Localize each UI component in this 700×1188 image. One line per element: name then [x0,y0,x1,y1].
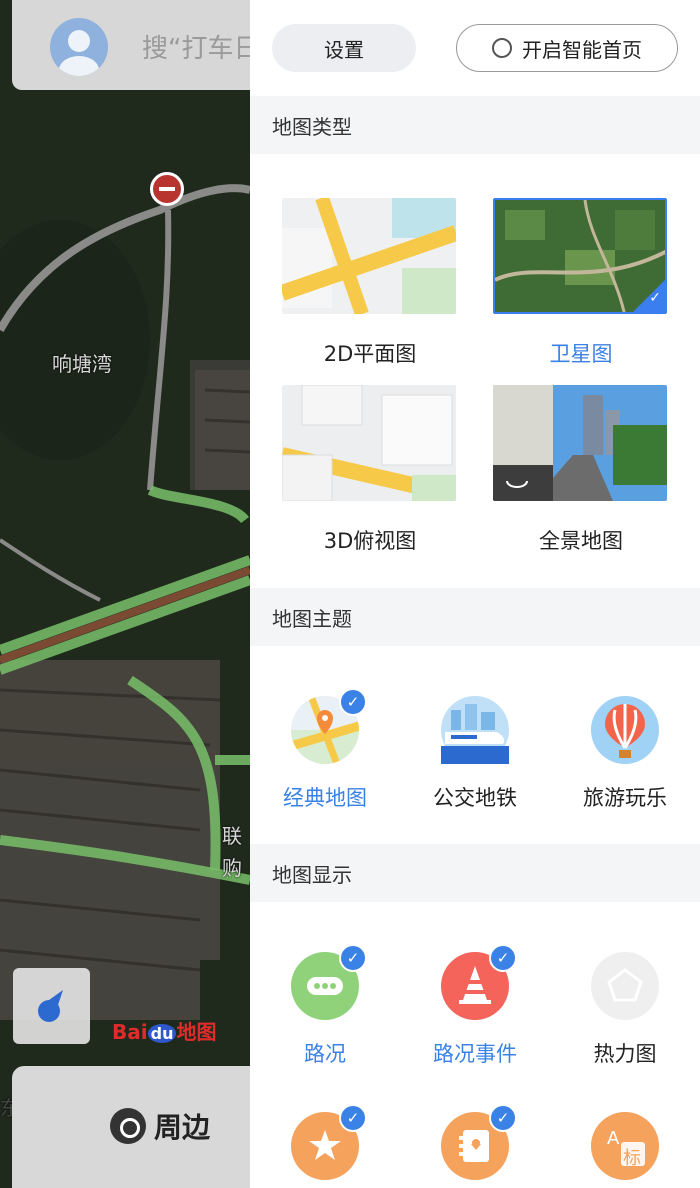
map-type-grid: 2D平面图 ✓ 卫星图 3D俯视图 全景地图 [250,154,700,588]
logo-suffix: 地图 [176,1020,217,1044]
nearby-button[interactable]: 周边 [110,1106,210,1146]
map-type-label: 卫星图 [549,342,613,366]
map-satellite-thumbnail: ✓ [493,198,667,314]
toggle-traffic[interactable]: ✓ 路况 [250,944,400,1068]
map-view[interactable]: 搜“打车日 响塘湾 联 购 东 Bai du 地图 [0,0,250,1188]
toggle-favorites[interactable]: ✓ [250,1104,400,1180]
label-icon-text: 标 [623,1148,641,1169]
label-icon: A 标 [591,1112,659,1180]
map-theme-grid: ✓ 经典地图 公交地铁 旅游玩乐 [250,646,700,844]
map-panorama-thumbnail [493,385,667,501]
section-title-map-display: 地图显示 [250,844,700,902]
logo-du: du [147,1024,177,1043]
hot-air-balloon-icon [591,696,659,764]
toggle-contacts[interactable]: ✓ [400,1104,550,1180]
traffic-cone-icon: ✓ [441,944,517,1020]
section-title-map-type: 地图类型 [250,96,700,154]
map-type-label: 3D俯视图 [323,529,417,553]
theme-transit[interactable]: 公交地铁 [400,696,550,812]
nearby-label: 周边 [154,1111,211,1144]
star-icon: ✓ [291,1104,367,1180]
settings-button[interactable]: 设置 [272,24,416,72]
toggle-traffic-events[interactable]: ✓ 路况事件 [400,944,550,1068]
theme-travel[interactable]: 旅游玩乐 [550,696,700,812]
toggle-labels[interactable]: A 标 [550,1112,700,1180]
map-3d-thumbnail [282,385,456,501]
no-entry-icon[interactable] [150,172,184,206]
svg-text:A: A [607,1128,620,1149]
radio-icon [492,38,512,58]
map-2d-thumbnail [282,198,456,314]
map-type-3d[interactable]: 3D俯视图 [282,385,458,555]
layer-settings-panel: 设置 开启智能首页 地图类型 2D平面图 ✓ 卫星图 3D俯视图 全景地图 地图… [250,0,700,1188]
theme-label: 经典地图 [283,786,367,810]
map-type-label: 全景地图 [539,529,623,553]
locate-button[interactable] [13,968,90,1044]
display-label: 路况事件 [433,1042,517,1066]
check-badge-icon: ✓ [489,1104,517,1132]
place-label-xiangtangwan: 响塘湾 [52,352,112,376]
check-icon: ✓ [649,290,661,306]
map-type-label: 2D平面图 [323,342,417,366]
map-type-panorama[interactable]: 全景地图 [493,385,669,555]
search-bar[interactable]: 搜“打车日 [12,0,250,90]
avatar[interactable] [50,18,108,76]
place-label-lian: 联 [222,824,242,848]
compass-nav-icon [110,1108,146,1144]
heatmap-pentagon-icon [591,952,659,1020]
logo-text: Bai [112,1020,148,1044]
compass-icon [38,990,63,1022]
check-badge-icon: ✓ [339,688,367,716]
search-input[interactable]: 搜“打车日 [142,28,250,65]
check-badge-icon: ✓ [339,1104,367,1132]
place-label-gou: 购 [222,856,242,880]
classic-map-icon: ✓ [289,688,367,766]
smart-home-toggle[interactable]: 开启智能首页 [456,24,678,72]
theme-label: 公交地铁 [433,786,517,810]
baidu-logo: Bai du 地图 [112,1016,216,1045]
section-title-map-theme: 地图主题 [250,588,700,646]
check-badge-icon: ✓ [489,944,517,972]
display-label: 路况 [304,1042,346,1066]
user-avatar-icon [59,30,99,76]
theme-classic[interactable]: ✓ 经典地图 [250,688,400,812]
contacts-icon: ✓ [441,1104,517,1180]
traffic-icon: ✓ [291,944,367,1020]
check-badge-icon: ✓ [339,944,367,972]
map-display-grid: ✓ 路况 ✓ 路况事件 热力图 ✓ ✓ A 标 [250,902,700,1188]
toggle-heatmap[interactable]: 热力图 [550,952,700,1068]
train-icon [441,696,509,764]
display-label: 热力图 [593,1042,657,1066]
map-type-satellite[interactable]: ✓ 卫星图 [493,198,669,368]
theme-label: 旅游玩乐 [583,786,667,810]
smart-home-label: 开启智能首页 [522,37,642,62]
map-type-2d[interactable]: 2D平面图 [282,198,458,368]
